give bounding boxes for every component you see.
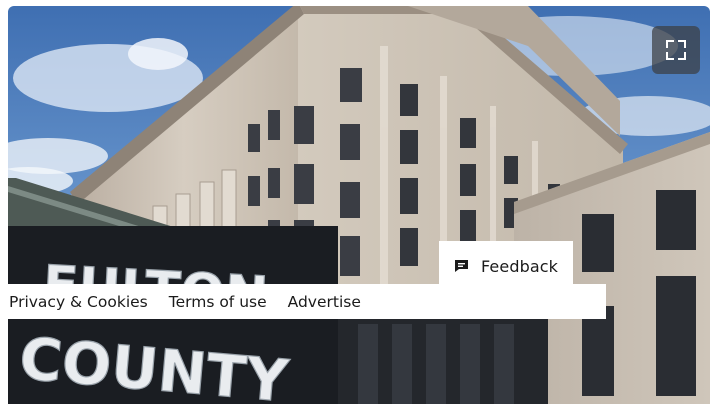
news-hero-card[interactable]: FULTON COUNTY Feedback Privacy & Cookies…: [8, 6, 710, 404]
expand-button[interactable]: [652, 26, 700, 74]
terms-of-use-link[interactable]: Terms of use: [169, 293, 267, 311]
feedback-icon: [455, 260, 468, 272]
advertise-link[interactable]: Advertise: [288, 293, 361, 311]
hero-photo: FULTON COUNTY: [8, 6, 710, 404]
footer-links-bar: Privacy & Cookies Terms of use Advertise: [8, 284, 606, 319]
feedback-label: Feedback: [481, 256, 558, 276]
privacy-cookies-link[interactable]: Privacy & Cookies: [9, 293, 148, 311]
expand-icon: [666, 40, 686, 60]
